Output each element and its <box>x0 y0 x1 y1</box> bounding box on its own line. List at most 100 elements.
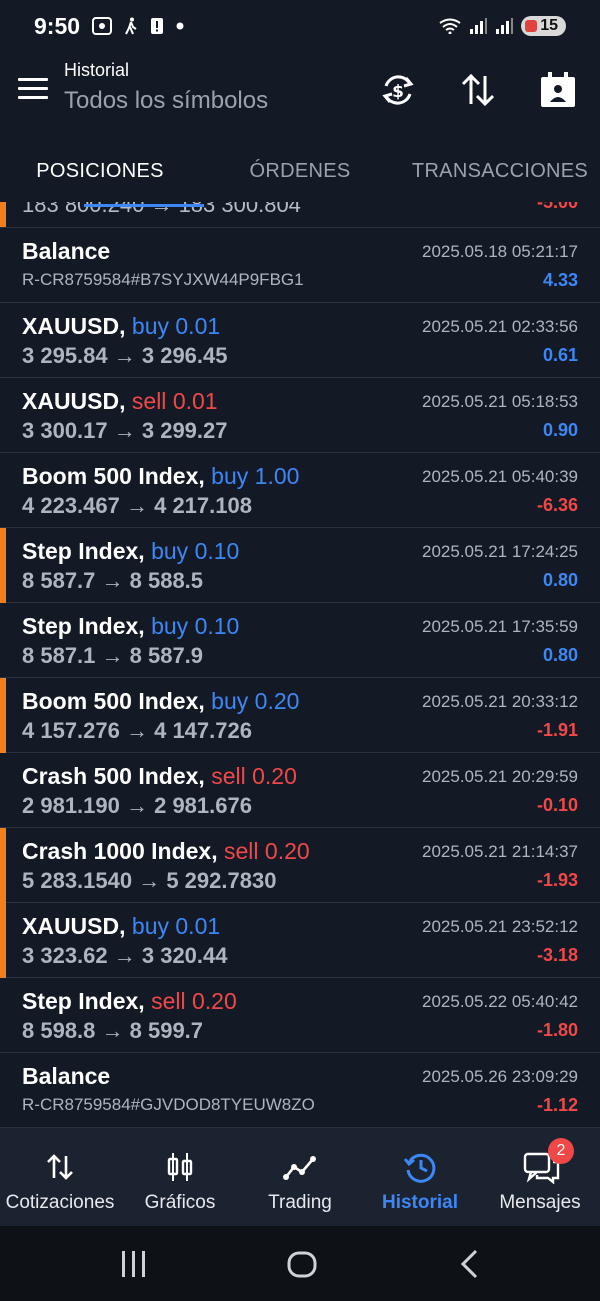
row-profit: -1.80 <box>536 1020 578 1040</box>
nav-cotizaciones[interactable]: Cotizaciones <box>0 1128 120 1226</box>
symbol-name: Step Index, <box>22 613 145 639</box>
tab-bar: POSICIONES ÓRDENES TRANSACCIONES <box>0 142 600 202</box>
list-item[interactable]: Crash 500 Index, sell 0.20 2 981.190 → 2 … <box>0 753 600 828</box>
row-symbol: XAUUSD, buy 0.01 <box>22 913 220 940</box>
symbol-name: Boom 500 Index, <box>22 688 205 714</box>
row-accent <box>0 528 6 603</box>
row-prices: 2 981.190 → 2 981.676 <box>22 793 252 818</box>
row-symbol: Step Index, sell 0.20 <box>22 988 237 1015</box>
home-icon[interactable] <box>286 1248 318 1280</box>
nav-label: Cotizaciones <box>5 1192 115 1213</box>
list-item[interactable]: Balance R-CR8759584#GJVDOD8TYEUW8ZO 2025.0… <box>0 1053 600 1128</box>
tab-ordenes[interactable]: ÓRDENES <box>200 142 400 202</box>
back-icon[interactable] <box>456 1248 484 1280</box>
positions-list[interactable]: 183 800.240 → 183 300.804 -5.00 Balance R… <box>0 202 600 1128</box>
row-time: 2025.05.21 05:40:39 <box>422 467 578 486</box>
side-label: buy <box>131 313 169 339</box>
volume: 0.20 <box>252 763 297 789</box>
nav-trading[interactable]: Trading <box>240 1128 360 1226</box>
row-profit: -1.93 <box>536 870 578 890</box>
volume: 0.01 <box>175 913 221 939</box>
list-item[interactable]: Step Index, buy 0.10 8 587.1 → 8 587.9 202… <box>0 603 600 678</box>
screenshot-icon <box>92 17 113 35</box>
symbol-name: Boom 500 Index, <box>22 463 205 489</box>
row-profit: 4.33 <box>542 270 578 290</box>
row-time: 2025.05.22 05:40:42 <box>422 992 578 1011</box>
row-symbol: Step Index, buy 0.10 <box>22 613 239 640</box>
row-time: 2025.05.26 23:09:29 <box>422 1067 578 1086</box>
nav-mensajes[interactable]: 2 Mensajes <box>480 1128 600 1226</box>
row-time: 2025.05.21 23:52:12 <box>422 917 578 936</box>
side-label: buy <box>131 913 169 939</box>
trade-side: buy 0.10 <box>151 538 239 564</box>
calendar-icon[interactable] <box>538 70 578 110</box>
row-comment: R-CR8759584#GJVDOD8TYEUW8ZO <box>22 1095 315 1114</box>
list-item[interactable]: Step Index, sell 0.20 8 598.8 → 8 599.7 20… <box>0 978 600 1053</box>
side-label: buy <box>211 688 249 714</box>
recent-apps-icon[interactable] <box>120 1248 148 1280</box>
svg-text:$: $ <box>392 82 404 102</box>
row-profit: -5.00 <box>536 202 578 212</box>
battery-icon <box>525 20 538 32</box>
trade-side: sell 0.20 <box>224 838 310 864</box>
title-area[interactable]: Historial Todos los símbolos <box>64 60 268 115</box>
row-accent <box>0 202 6 227</box>
tab-posiciones[interactable]: POSICIONES <box>0 142 200 202</box>
side-label: buy <box>151 613 189 639</box>
list-item[interactable]: Boom 500 Index, buy 0.20 4 157.276 → 4 14… <box>0 678 600 753</box>
row-time: 2025.05.21 17:35:59 <box>422 617 578 636</box>
trade-side: buy 1.00 <box>211 463 299 489</box>
volume: 1.00 <box>254 463 300 489</box>
signal-icon-2 <box>495 18 514 34</box>
row-profit: -1.12 <box>536 1095 578 1115</box>
row-prices: 3 300.17 → 3 299.27 <box>22 418 228 443</box>
list-item[interactable]: Balance R-CR8759584#B7SYJXW44P9FBG1 2025.0… <box>0 228 600 303</box>
row-comment: R-CR8759584#B7SYJXW44P9FBG1 <box>22 270 304 289</box>
trade-side: buy 0.01 <box>132 913 220 939</box>
row-prices: 8 587.7 → 8 588.5 <box>22 568 204 593</box>
row-prices: 4 157.276 → 4 147.726 <box>22 718 252 743</box>
side-label: sell <box>224 838 259 864</box>
list-item[interactable]: Crash 1000 Index, sell 0.20 5 283.1540 → … <box>0 828 600 903</box>
row-symbol: Crash 1000 Index, sell 0.20 <box>22 838 310 865</box>
app-bar: Historial Todos los símbolos $ <box>0 52 600 142</box>
volume: 0.01 <box>175 313 221 339</box>
row-prices: 8 598.8 → 8 599.7 <box>22 1018 204 1043</box>
history-icon <box>403 1150 437 1184</box>
notification-dot-icon <box>176 22 184 30</box>
row-time: 2025.05.21 05:18:53 <box>422 392 578 411</box>
nav-graficos[interactable]: Gráficos <box>120 1128 240 1226</box>
status-right: 15 <box>439 16 566 36</box>
symbol-filter: Todos los símbolos <box>64 87 269 114</box>
list-item[interactable]: XAUUSD, buy 0.01 3 323.62 → 3 320.44 2025.… <box>0 903 600 978</box>
alert-icon <box>150 17 164 35</box>
row-symbol: Balance <box>22 1063 110 1090</box>
row-profit: 0.90 <box>542 420 578 440</box>
battery-level: 15 <box>540 17 558 34</box>
symbol-name: Balance <box>22 1063 111 1089</box>
list-item[interactable]: XAUUSD, sell 0.01 3 300.17 → 3 299.27 2025… <box>0 378 600 453</box>
row-profit: -1.91 <box>536 720 578 740</box>
trade-side: buy 0.01 <box>132 313 220 339</box>
status-left: 9:50 <box>34 13 184 40</box>
row-symbol: Step Index, buy 0.10 <box>22 538 239 565</box>
partial-list-item[interactable]: 183 800.240 → 183 300.804 -5.00 <box>0 202 600 228</box>
row-prices: 3 295.84 → 3 296.45 <box>22 343 228 368</box>
row-time: 2025.05.21 20:29:59 <box>422 767 578 786</box>
row-profit: 0.80 <box>542 645 578 665</box>
row-profit: -6.36 <box>536 495 578 515</box>
list-item[interactable]: Step Index, buy 0.10 8 587.7 → 8 588.5 202… <box>0 528 600 603</box>
sort-icon[interactable] <box>458 70 498 110</box>
list-item[interactable]: XAUUSD, buy 0.01 3 295.84 → 3 296.45 2025.… <box>0 303 600 378</box>
list-item[interactable]: Boom 500 Index, buy 1.00 4 223.467 → 4 21… <box>0 453 600 528</box>
trade-side: buy 0.10 <box>151 613 239 639</box>
currency-exchange-icon[interactable]: $ <box>378 70 418 110</box>
volume: 0.20 <box>192 988 237 1014</box>
side-label: sell <box>211 763 246 789</box>
row-symbol: Boom 500 Index, buy 1.00 <box>22 463 299 490</box>
tab-transacciones[interactable]: TRANSACCIONES <box>400 142 600 202</box>
tab-indicator <box>84 204 204 207</box>
menu-icon[interactable] <box>18 78 48 102</box>
nav-historial[interactable]: Historial <box>360 1128 480 1226</box>
trade-side: buy 0.20 <box>211 688 299 714</box>
